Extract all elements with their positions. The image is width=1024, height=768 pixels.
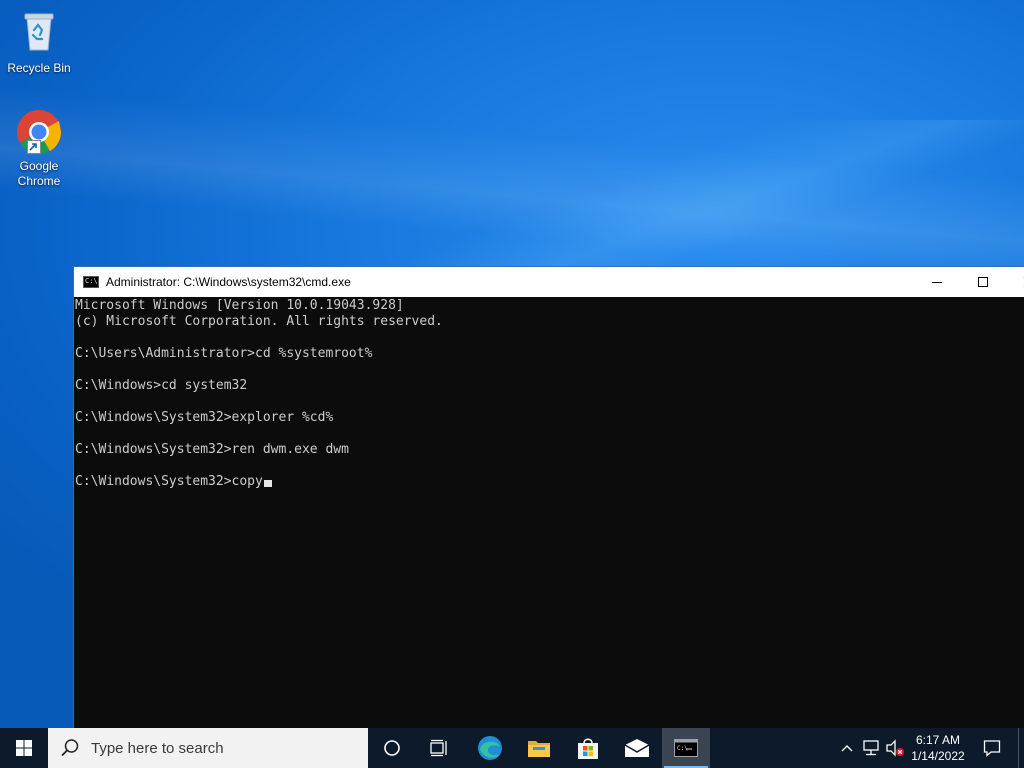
- close-button[interactable]: [1006, 267, 1024, 297]
- minimize-button[interactable]: [914, 267, 960, 297]
- show-hidden-icons-button[interactable]: [836, 728, 858, 768]
- cmd-taskbar-button[interactable]: C:\: [662, 728, 710, 768]
- desktop-icon-recycle-bin[interactable]: Recycle Bin: [1, 8, 77, 76]
- console-line: ​: [75, 394, 1024, 410]
- store-button[interactable]: [564, 728, 612, 768]
- file-explorer-button[interactable]: [515, 728, 563, 768]
- taskbar: Type here to search C:\ 6:17 AM 1/14/202…: [0, 728, 1024, 768]
- cmd-icon: C:\: [674, 739, 698, 757]
- edge-icon: [478, 736, 502, 760]
- search-placeholder: Type here to search: [91, 739, 224, 757]
- console-line: C:\Windows\System32>ren dwm.exe dwm: [75, 442, 349, 457]
- window-title: Administrator: C:\Windows\system32\cmd.e…: [106, 275, 351, 289]
- console-output[interactable]: Microsoft Windows [Version 10.0.19043.92…: [74, 297, 1024, 491]
- console-line: Microsoft Windows [Version 10.0.19043.92…: [75, 298, 404, 313]
- mail-icon: [624, 739, 650, 757]
- search-icon: [61, 739, 79, 757]
- console-line: ​: [75, 426, 1024, 442]
- clock[interactable]: 6:17 AM 1/14/2022: [907, 728, 969, 768]
- maximize-icon: [978, 277, 988, 287]
- desktop-icon-google-chrome[interactable]: Google Chrome: [1, 108, 77, 189]
- cmd-app-icon: C:\: [83, 276, 99, 288]
- console-line: C:\Windows\System32>explorer %cd%: [75, 410, 334, 425]
- prompt-text: C:\Windows\System32>copy: [75, 474, 263, 489]
- mail-button[interactable]: [613, 728, 661, 768]
- console-line: ​: [75, 330, 1024, 346]
- network-icon: [863, 740, 879, 756]
- console-prompt-line[interactable]: C:\Windows\System32>copy: [75, 474, 1024, 490]
- console-line: C:\Windows>cd system32: [75, 378, 248, 393]
- clock-time: 6:17 AM: [915, 733, 961, 747]
- clock-date: 1/14/2022: [911, 749, 965, 763]
- minimize-icon: [932, 282, 942, 283]
- volume-muted-icon: [886, 739, 904, 757]
- edge-taskbar-button[interactable]: [466, 728, 514, 768]
- cortana-button[interactable]: [368, 728, 416, 768]
- desktop-icon-label: Recycle Bin: [7, 61, 71, 75]
- search-box[interactable]: Type here to search: [48, 728, 368, 768]
- start-button[interactable]: [0, 728, 48, 768]
- action-center-button[interactable]: [972, 728, 1012, 768]
- chrome-icon: [15, 108, 63, 156]
- title-bar[interactable]: C:\ Administrator: C:\Windows\system32\c…: [74, 267, 1024, 297]
- cortana-icon: [384, 740, 400, 756]
- file-explorer-icon: [528, 741, 550, 757]
- console-line: ​: [75, 458, 1024, 474]
- console-line: (c) Microsoft Corporation. All rights re…: [75, 314, 443, 329]
- show-hidden-icons-icon: [841, 745, 853, 752]
- show-desktop-button[interactable]: [1018, 728, 1024, 768]
- network-button[interactable]: [859, 728, 883, 768]
- task-view-button[interactable]: [416, 728, 464, 768]
- console-line: ​: [75, 362, 1024, 378]
- recycle-bin-icon: [1, 8, 77, 58]
- text-cursor: [263, 480, 272, 487]
- maximize-button[interactable]: [960, 267, 1006, 297]
- task-view-icon: [430, 739, 447, 757]
- notification-icon: [983, 740, 1001, 757]
- store-icon: [578, 738, 598, 759]
- volume-button[interactable]: [883, 728, 907, 768]
- console-line: C:\Users\Administrator>cd %systemroot%: [75, 346, 373, 361]
- windows-logo-icon: [16, 740, 32, 756]
- cmd-window[interactable]: C:\ Administrator: C:\Windows\system32\c…: [73, 266, 1024, 736]
- desktop-icon-label: Google Chrome: [17, 159, 61, 188]
- shortcut-arrow-icon: [27, 140, 41, 154]
